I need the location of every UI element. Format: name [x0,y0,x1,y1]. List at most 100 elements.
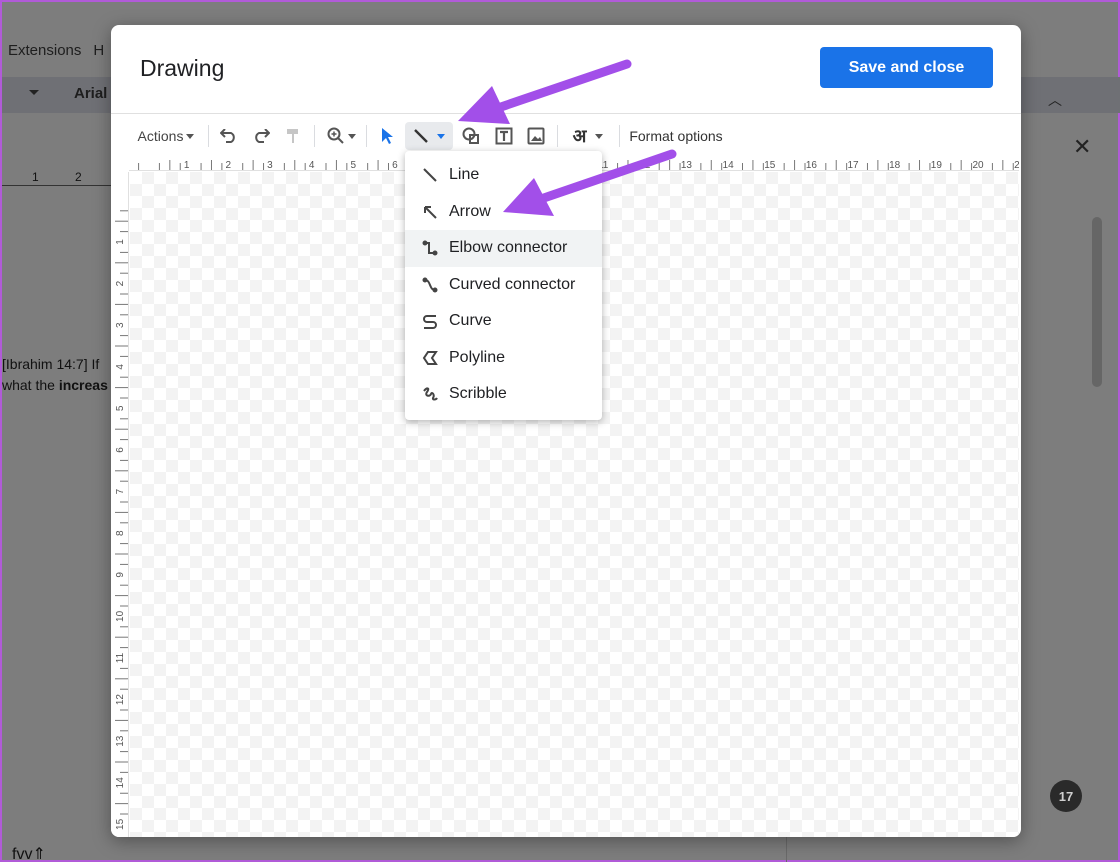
ruler-label: 10 [115,610,126,622]
fab-badge: 17 [1050,780,1082,812]
background-scrollbar [1092,217,1102,387]
text-box-icon[interactable] [492,122,516,150]
line-icon [414,129,428,143]
ruler-label: 2 [115,280,126,286]
vertical-ruler-scale: 123456789101112131415 [115,210,128,830]
menu-item-line[interactable]: Line [405,157,602,194]
menu-item-label: Elbow connector [449,239,568,257]
vertical-ruler: 1 2 3 4 5 6 7 8 9 10 11 12 13 14 15 [111,172,129,837]
ruler-label: 1 [115,239,126,245]
format-options-button[interactable]: Format options [626,122,726,150]
ruler-label: 13 [115,735,126,747]
ruler-label: 2 [226,160,232,171]
chevron-down-icon[interactable] [437,133,445,139]
ruler-label: 19 [931,160,943,171]
ruler-label: 9 [115,572,126,578]
ruler-label: 13 [681,160,693,171]
menu-item-arrow[interactable]: Arrow [405,194,602,231]
font-name: Arial [74,85,108,102]
menu-item-label: Line [449,166,480,184]
ruler-label: 16 [806,160,818,171]
paint-format-icon[interactable] [280,122,306,150]
menu-item-label: Polyline [449,348,506,366]
ruler-label: 21 [1014,160,1019,171]
ruler-label: 3 [267,160,273,171]
ruler-label: 4 [115,364,126,370]
ruler-label: 1 [184,160,190,171]
menu-item-curved-connector[interactable]: Curved connector [405,267,602,304]
chevron-down-icon [347,133,356,139]
background-ruler: 1 2 [2,170,112,186]
polyline-icon [421,349,439,367]
menu-item-label: Curved connector [449,275,576,293]
ruler-label: 15 [115,818,126,830]
menu-item-scribble[interactable]: Scribble [405,376,602,413]
ruler-label: 15 [764,160,776,171]
menu-item-label: Scribble [449,385,507,403]
ruler-label: 17 [847,160,859,171]
curve-icon [421,312,439,330]
actions-label: Actions [137,128,184,144]
ruler-label: 14 [115,777,126,789]
ruler-label: 6 [115,447,126,453]
arrow-icon [421,203,439,221]
curved-connector-icon [421,276,439,294]
undo-icon[interactable] [216,122,242,150]
ruler-label: 3 [115,322,126,328]
save-and-close-button[interactable]: Save and close [820,47,993,88]
ruler-label: 5 [115,405,126,411]
chevron-down-icon [29,90,39,95]
elbow-connector-icon [421,239,439,257]
menu-help: H [93,42,105,59]
toolbar-divider [557,125,558,147]
background-menubar: Extensions H [8,42,104,59]
background-bottom-text: fvv⇑ [12,846,46,862]
line-type-menu: Line Arrow Elbow connector Curved connec… [405,151,602,420]
line-tool-button[interactable] [405,122,453,150]
ruler-label: 6 [392,160,398,171]
shape-icon[interactable] [459,122,483,150]
redo-icon[interactable] [248,122,274,150]
background-text-prefix: what the [2,377,59,393]
ruler-label: 12 [115,694,126,706]
toolbar-divider [208,125,209,147]
ruler-label: 14 [723,160,735,171]
ruler-label: 18 [889,160,901,171]
drawing-toolbar: Actions अ Format options [111,117,1021,155]
background-text: [Ibrahim 14:7] If [2,356,100,372]
actions-menu-button[interactable]: Actions [133,122,199,150]
chevron-down-icon [186,133,195,139]
drawing-dialog: Drawing Save and close Actions अ Format … [111,25,1021,837]
ruler-label: 8 [115,530,126,536]
menu-item-curve[interactable]: Curve [405,303,602,340]
menu-extensions: Extensions [8,42,82,59]
zoom-icon [327,127,344,144]
scribble-icon [421,385,439,403]
ruler-label: 5 [350,160,356,171]
ruler-label: 1 [32,170,39,184]
dialog-title: Drawing [140,55,225,81]
select-cursor-icon[interactable] [373,122,401,150]
toolbar-divider [619,125,620,147]
background-text-bold: increas [58,377,108,393]
chevron-down-icon [595,133,604,139]
line-icon [421,166,439,184]
ruler-label: 7 [115,488,126,494]
toolbar-divider [366,125,367,147]
word-art-button[interactable]: अ [565,122,611,150]
ruler-label: 4 [309,160,315,171]
close-icon: ✕ [1073,134,1092,159]
toolbar-divider [314,125,315,147]
ruler-label: 12 [639,160,651,171]
word-art-icon: अ [572,126,587,147]
background-text: what the increas [2,377,108,393]
ruler-label: 20 [972,160,984,171]
menu-item-elbow-connector[interactable]: Elbow connector [405,230,602,267]
ruler-label: 11 [115,652,126,663]
dialog-divider [111,113,1021,114]
menu-item-label: Curve [449,312,492,330]
menu-item-polyline[interactable]: Polyline [405,340,602,377]
image-icon[interactable] [524,122,548,150]
zoom-button[interactable] [321,122,361,150]
menu-item-label: Arrow [449,202,491,220]
